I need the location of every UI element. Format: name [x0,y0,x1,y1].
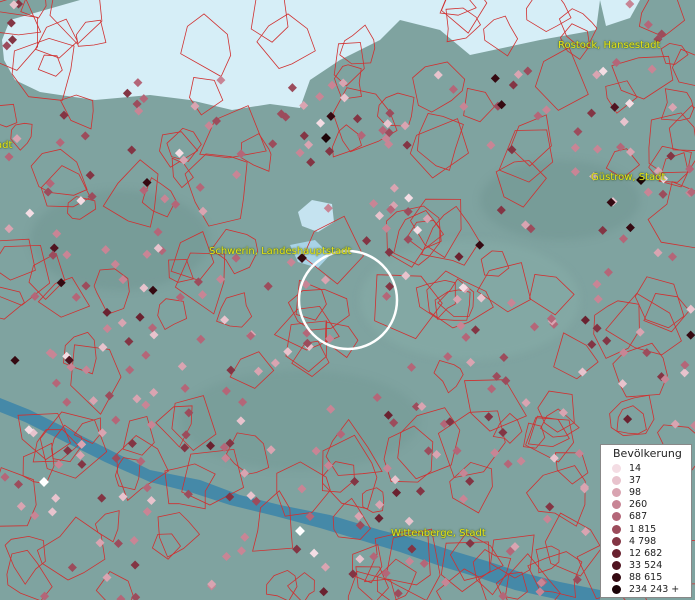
legend-item: 4 798 [601,535,691,547]
legend-item: 687 [601,511,691,523]
legend-item: 88 615 [601,572,691,584]
legend-label: 98 [629,486,642,498]
legend-item: 37 [601,474,691,486]
legend-swatch [612,487,621,497]
legend-label: 1 815 [629,523,657,535]
legend-swatch [612,512,621,522]
population-legend: Bevölkerung 14 37 98 260 687 1 815 4 798 12 682… [600,444,692,598]
legend-swatch [612,463,621,473]
legend-label: 14 [629,462,642,474]
legend-swatch [612,500,621,510]
legend-swatch [612,573,621,583]
city-label-rostock: Rostock, Hansestadt [558,40,661,51]
legend-title: Bevölkerung [613,447,682,460]
legend-item: 12 682 [601,547,691,559]
legend-label: 234 243 + [629,584,680,596]
legend-item: 260 [601,499,691,511]
legend-swatch [612,475,621,485]
legend-item: 1 815 [601,523,691,535]
legend-label: 4 798 [629,535,657,547]
legend-swatch [612,524,621,534]
legend-item: 14 [601,462,691,474]
city-label-cut-off: adt [0,140,13,151]
city-label-schwerin: Schwerin, Landeshauptstadt [209,246,352,257]
legend-swatch [612,536,621,546]
legend-label: 687 [629,511,648,523]
legend-swatch [612,548,621,558]
legend-swatch [612,561,621,571]
legend-item: 234 243 + [601,584,691,596]
city-label-wittenberge: Wittenberge, Stadt [391,528,486,539]
legend-item: 33 524 [601,560,691,572]
legend-swatch [612,585,621,595]
legend-label: 260 [629,499,648,511]
legend-label: 12 682 [629,547,663,559]
map-canvas[interactable] [0,0,695,600]
legend-label: 88 615 [629,572,663,584]
legend-label: 33 524 [629,560,663,572]
legend-label: 37 [629,474,642,486]
city-label-guestrow: Güstrow, Stadt [591,172,666,183]
legend-item: 98 [601,486,691,498]
